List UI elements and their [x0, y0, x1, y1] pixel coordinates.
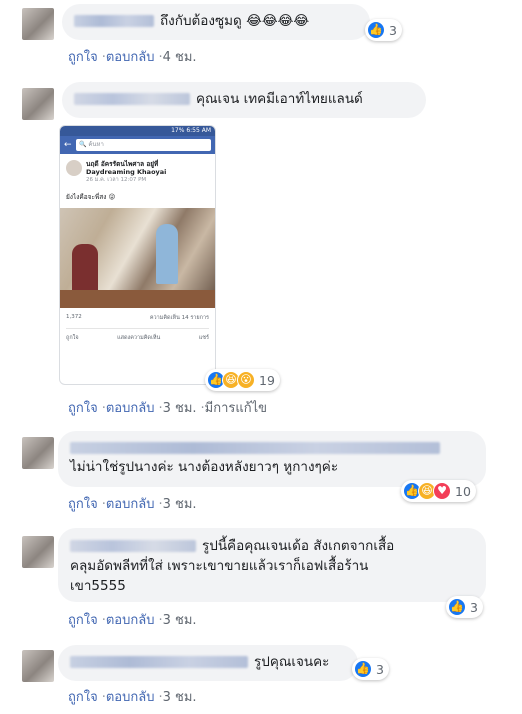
phone-search-bar: ← 🔍 ค้นหา	[60, 136, 215, 154]
like-link[interactable]: ถูกใจ	[68, 401, 98, 416]
timestamp[interactable]: 3 ชม.	[163, 690, 197, 705]
timestamp[interactable]: 3 ชม.	[163, 613, 197, 628]
commenter-name[interactable]	[70, 540, 196, 552]
comment-actions: ถูกใจ ·ตอบกลับ ·4 ชม.	[68, 50, 197, 65]
phone-post: นฤดี อัครรัตนไพศาล อยู่ที่ Daydreaming K…	[60, 154, 215, 347]
reply-link[interactable]: ตอบกลับ	[106, 497, 155, 512]
comment-actions: ถูกใจ ·ตอบกลับ ·3 ชม.	[68, 497, 197, 512]
edited-label[interactable]: มีการแก้ไข	[205, 401, 267, 416]
post-date: 26 ม.ค. เวลา 12:07 PM	[86, 177, 147, 183]
commenter-avatar[interactable]	[22, 437, 54, 469]
post-place: Daydreaming Khaoyai	[86, 168, 167, 176]
commenter-name[interactable]	[70, 442, 440, 454]
phone-status-bar: 17% 6:55 AM	[60, 126, 215, 136]
comment-text: ถึงกับต้องซูมดู 😂😂😂😂	[160, 13, 310, 29]
commenter-name[interactable]	[74, 93, 190, 105]
comment-text-line-3: เขา5555	[70, 578, 126, 594]
commenter-avatar[interactable]	[22, 88, 54, 120]
timestamp[interactable]: 3 ชม.	[163, 401, 197, 416]
reaction-count: 19	[259, 372, 275, 388]
surprised-face-icon: 😮	[237, 371, 255, 389]
commenter-avatar[interactable]	[22, 650, 54, 682]
commenter-name[interactable]	[70, 656, 248, 668]
comment-text: รูปคุณเจนคะ	[254, 654, 330, 670]
post-comment: แสดงความคิดเห็น	[117, 335, 161, 341]
comment-bubble: ถึงกับต้องซูมดู 😂😂😂😂	[62, 4, 370, 40]
reply-link[interactable]: ตอบกลับ	[106, 50, 155, 65]
commenter-avatar[interactable]	[22, 536, 54, 568]
post-stats: 1,372 ความคิดเห็น 14 รายการ	[66, 308, 209, 329]
reaction-summary[interactable]: 👍 3	[446, 596, 483, 618]
back-arrow-icon: ←	[64, 140, 72, 150]
reaction-summary[interactable]: 👍 😆 😮 19	[205, 369, 280, 391]
comment-actions: ถูกใจ ·ตอบกลับ ·3 ชม.	[68, 613, 197, 628]
post-reaction-count: 1,372	[66, 314, 82, 320]
reply-link[interactable]: ตอบกลับ	[106, 613, 155, 628]
post-author-avatar	[66, 160, 82, 176]
comment-text-line-2: คลุมอัดพลีทที่ใส่ เพราะเขาขายแล้วเราก็เอ…	[70, 558, 369, 574]
like-link[interactable]: ถูกใจ	[68, 497, 98, 512]
comment-bubble: ไม่น่าใช่รูปนางค่ะ นางต้องหลังยาวๆ หูกาง…	[58, 431, 486, 487]
reaction-summary[interactable]: 👍 3	[365, 19, 402, 41]
comment-bubble: รูปนี้คือคุณเจนเด้อ สังเกตจากเสื้อ คลุมอ…	[58, 528, 486, 602]
comment-actions: ถูกใจ ·ตอบกลับ ·3 ชม. ·มีการแก้ไข	[68, 401, 268, 416]
timestamp[interactable]: 4 ชม.	[163, 50, 197, 65]
heart-icon: ♥	[433, 482, 451, 500]
commenter-name[interactable]	[74, 15, 154, 27]
post-caption: ยังไงคือจะพี่สง 😜	[66, 193, 116, 201]
reply-link[interactable]: ตอบกลับ	[106, 401, 155, 416]
post-like: ถูกใจ	[66, 335, 79, 341]
comment-bubble: คุณเจน เทคมีเอาท์ไทยแลนด์	[62, 82, 426, 118]
reply-link[interactable]: ตอบกลับ	[106, 690, 155, 705]
comment-text: ไม่น่าใช่รูปนางค่ะ นางต้องหลังยาวๆ หูกาง…	[70, 459, 339, 475]
reaction-count: 3	[470, 599, 478, 615]
post-actions: ถูกใจ แสดงความคิดเห็น แชร์	[66, 329, 209, 347]
timestamp[interactable]: 3 ชม.	[163, 497, 197, 512]
post-comment-count: ความคิดเห็น 14 รายการ	[149, 315, 209, 321]
reaction-summary[interactable]: 👍 😆 ♥ 10	[401, 480, 476, 502]
post-photo	[60, 208, 215, 308]
thumbs-up-icon: 👍	[367, 21, 385, 39]
reaction-summary[interactable]: 👍 3	[352, 658, 389, 680]
post-author: นฤดี อัครรัตนไพศาล อยู่ที่	[86, 160, 159, 168]
comment-bubble: รูปคุณเจนคะ	[58, 645, 358, 681]
like-link[interactable]: ถูกใจ	[68, 50, 98, 65]
comment-text: คุณเจน เทคมีเอาท์ไทยแลนด์	[196, 91, 363, 107]
post-share: แชร์	[198, 335, 209, 341]
reaction-count: 10	[455, 483, 471, 499]
reaction-count: 3	[389, 22, 397, 38]
comment-text-line-1: รูปนี้คือคุณเจนเด้อ สังเกตจากเสื้อ	[202, 538, 395, 554]
comment-actions: ถูกใจ ·ตอบกลับ ·3 ชม.	[68, 690, 197, 705]
commenter-avatar[interactable]	[22, 8, 54, 40]
attached-screenshot[interactable]: 17% 6:55 AM ← 🔍 ค้นหา นฤดี อัครรัตนไพศาล…	[59, 125, 216, 385]
phone-search-field: 🔍 ค้นหา	[76, 139, 211, 151]
reaction-count: 3	[376, 661, 384, 677]
like-link[interactable]: ถูกใจ	[68, 613, 98, 628]
like-link[interactable]: ถูกใจ	[68, 690, 98, 705]
thumbs-up-icon: 👍	[354, 660, 372, 678]
thumbs-up-icon: 👍	[448, 598, 466, 616]
